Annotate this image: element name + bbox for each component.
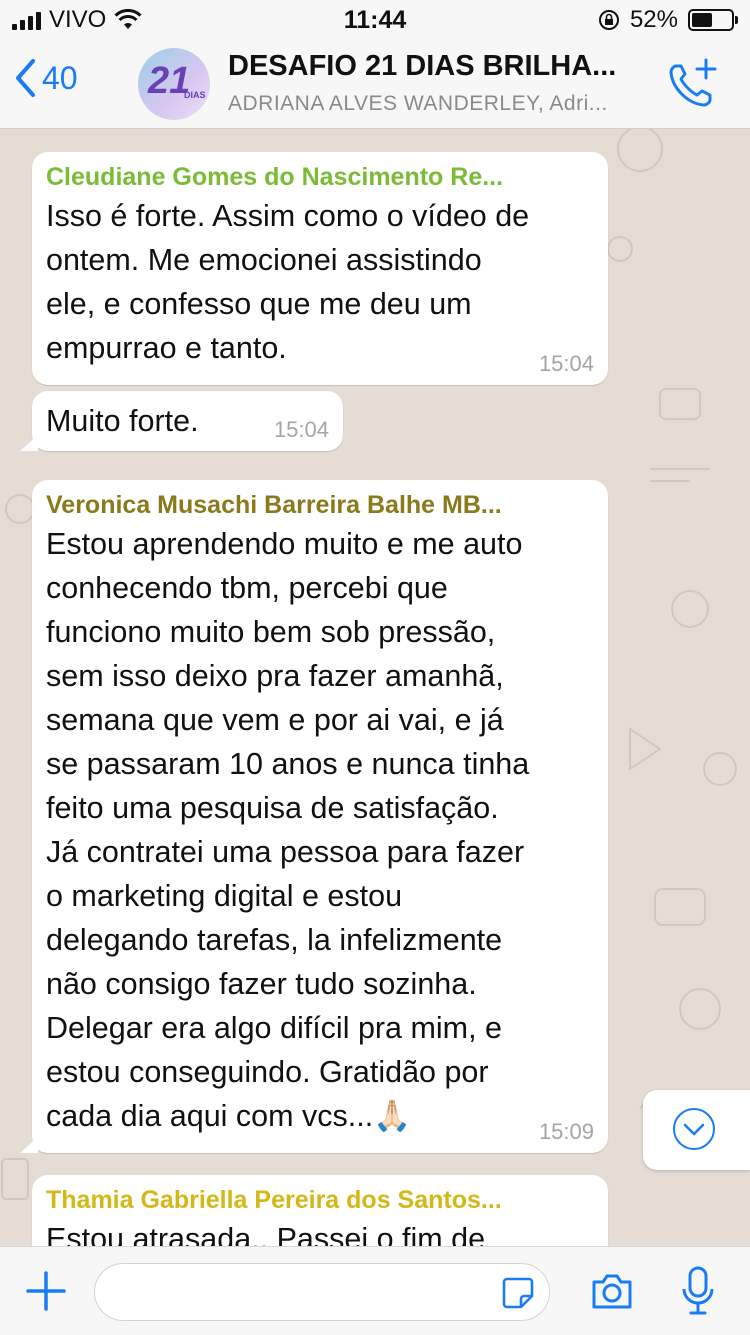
message-sender[interactable]: Cleudiane Gomes do Nascimento Re... <box>46 160 592 194</box>
message-text: Isso é forte. Assim como o vídeo de onte… <box>46 199 530 365</box>
message-bubble[interactable]: Thamia Gabriella Pereira dos Santos... E… <box>32 1175 608 1246</box>
sticker-icon[interactable] <box>501 1276 535 1310</box>
message-input[interactable] <box>115 1274 499 1312</box>
battery-icon <box>688 9 738 31</box>
message-text: Estou atrasada.. Passei o fim de <box>46 1222 486 1246</box>
back-button[interactable]: 40 <box>14 58 78 98</box>
message-bubble[interactable]: Veronica Musachi Barreira Balhe MB... Es… <box>20 480 608 1153</box>
group-members[interactable]: ADRIANA ALVES WANDERLEY, Adri... <box>228 92 648 116</box>
message-text: Estou aprendendo muito e me auto conhece… <box>46 527 530 1133</box>
group-avatar[interactable]: 21 DIAS <box>138 48 210 120</box>
message-sender[interactable]: Thamia Gabriella Pereira dos Santos... <box>46 1183 592 1217</box>
avatar-label: DIAS <box>184 90 206 100</box>
message-list[interactable]: Cleudiane Gomes do Nascimento Re... Isso… <box>0 129 750 1246</box>
scroll-to-bottom-button[interactable] <box>643 1090 750 1170</box>
message-field[interactable] <box>94 1263 550 1321</box>
add-call-icon[interactable] <box>666 58 718 110</box>
message-sender[interactable]: Veronica Musachi Barreira Balhe MB... <box>46 488 592 522</box>
composer-bar <box>0 1246 750 1335</box>
plus-icon[interactable] <box>24 1269 68 1313</box>
message-bubble[interactable]: Muito forte. 15:04 <box>20 391 343 451</box>
group-title[interactable]: DESAFIO 21 DIAS BRILHA... <box>228 50 648 83</box>
microphone-icon[interactable] <box>680 1265 716 1317</box>
unread-count: 40 <box>42 59 78 96</box>
status-right: 52% <box>598 6 738 34</box>
camera-icon[interactable] <box>590 1271 634 1311</box>
rotation-lock-icon <box>598 10 619 30</box>
message-time: 15:04 <box>538 351 594 376</box>
chevron-left-icon <box>16 59 35 97</box>
message-time: 15:09 <box>538 1119 594 1144</box>
chat-header: 40 21 DIAS DESAFIO 21 DIAS BRILHA... ADR… <box>0 40 750 129</box>
battery-percent: 52% <box>629 6 678 33</box>
status-bar: VIVO 11:44 52% <box>0 0 750 40</box>
message-bubble[interactable]: Cleudiane Gomes do Nascimento Re... Isso… <box>32 152 608 385</box>
chevron-down-icon <box>673 1108 715 1150</box>
message-time: 15:04 <box>273 417 329 442</box>
